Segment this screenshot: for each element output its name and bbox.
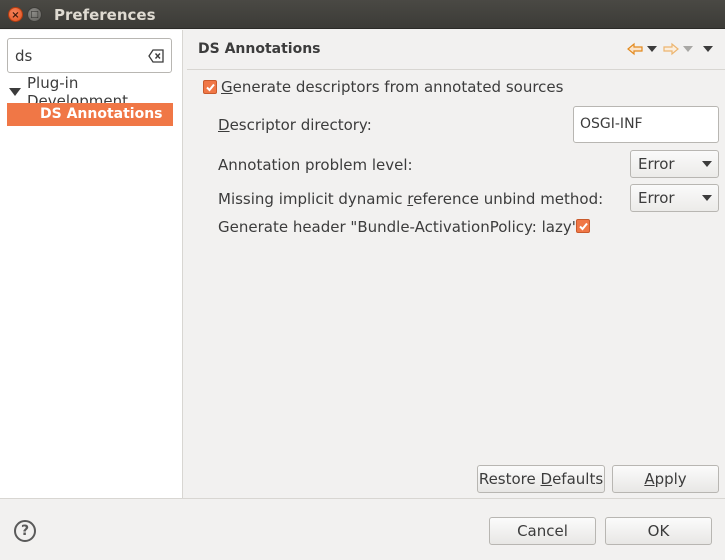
restore-defaults-button[interactable]: Restore Defaults	[477, 465, 605, 493]
checkmark-icon	[206, 83, 215, 92]
help-icon[interactable]: ?	[14, 520, 36, 542]
maximize-icon[interactable]: □	[27, 7, 42, 22]
page-navigation	[627, 41, 717, 57]
clear-filter-icon[interactable]	[148, 49, 164, 63]
forward-arrow-icon[interactable]	[663, 41, 679, 57]
view-menu-icon[interactable]	[703, 46, 713, 52]
ok-button[interactable]: OK	[605, 517, 712, 545]
bundle-activation-label: Generate header "Bundle-ActivationPolicy…	[218, 218, 579, 236]
back-arrow-icon[interactable]	[627, 41, 643, 57]
window-title: Preferences	[54, 6, 156, 24]
apply-button[interactable]: Apply	[612, 465, 719, 493]
select-value: Error	[638, 155, 675, 173]
back-history-dropdown-icon[interactable]	[647, 46, 657, 52]
generate-descriptors-checkbox[interactable]	[203, 80, 217, 94]
bundle-activation-checkbox[interactable]	[576, 219, 590, 233]
annotation-problem-level-label: Annotation problem level:	[218, 156, 413, 174]
missing-unbind-select[interactable]: Error	[630, 184, 719, 212]
page-title: DS Annotations	[198, 41, 321, 57]
page-header: DS Annotations	[187, 30, 725, 70]
filter-box	[7, 38, 172, 73]
dialog-button-bar: ? Cancel OK	[0, 498, 725, 560]
select-value: Error	[638, 189, 675, 207]
forward-history-dropdown-icon[interactable]	[683, 46, 693, 52]
tree-item-plugin-development[interactable]: Plug-in Development	[7, 74, 182, 110]
checkmark-icon	[579, 222, 588, 231]
preference-page: DS Annotations Generate descriptors from…	[187, 30, 725, 498]
chevron-down-icon	[702, 195, 712, 201]
descriptor-directory-label: Descriptor directory:	[218, 116, 372, 134]
missing-unbind-label: Missing implicit dynamic reference unbin…	[218, 190, 604, 208]
preferences-tree-panel: Plug-in Development DS Annotations	[0, 30, 183, 498]
cancel-button[interactable]: Cancel	[489, 517, 596, 545]
descriptor-directory-field[interactable]: OSGI-INF	[573, 106, 719, 143]
generate-descriptors-label[interactable]: Generate descriptors from annotated sour…	[221, 78, 563, 96]
annotation-problem-level-select[interactable]: Error	[630, 150, 719, 178]
filter-input[interactable]	[15, 46, 145, 66]
title-bar: × □ Preferences	[0, 0, 725, 29]
tree-item-ds-annotations[interactable]: DS Annotations	[7, 103, 173, 126]
close-icon[interactable]: ×	[8, 7, 23, 22]
tree-expand-icon[interactable]	[9, 88, 21, 96]
chevron-down-icon	[702, 161, 712, 167]
